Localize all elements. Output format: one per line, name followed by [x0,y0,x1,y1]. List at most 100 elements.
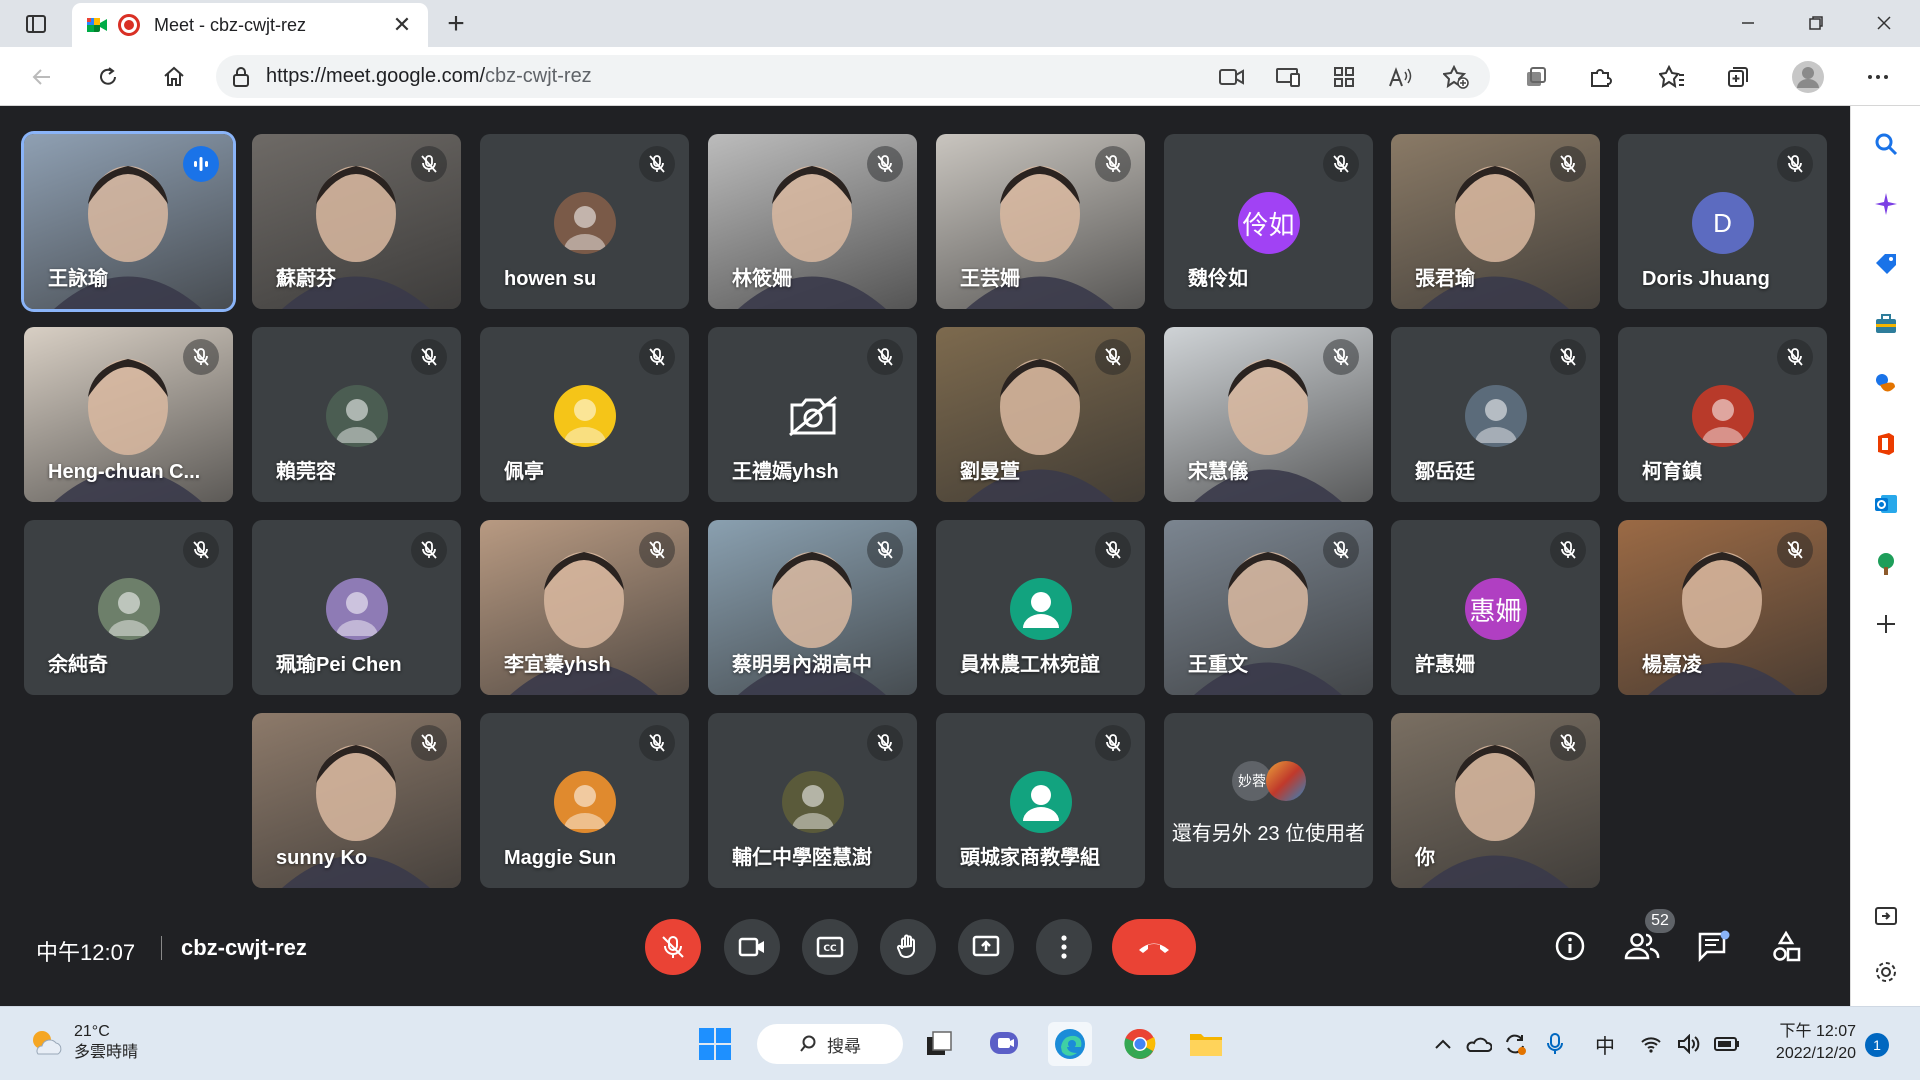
taskbar-search[interactable]: 搜尋 [757,1024,903,1064]
lock-icon[interactable] [216,66,266,87]
camera-in-use-icon[interactable] [1214,62,1250,92]
participant-tile[interactable]: 柯育鎮 [1618,327,1827,502]
mic-muted-icon [867,339,903,375]
captions-button[interactable]: CC [802,919,858,975]
participant-tile[interactable]: howen su [480,134,689,309]
weather-widget[interactable]: 21°C 多雲時晴 [28,1021,138,1063]
participant-tile[interactable]: 林筱姍 [708,134,917,309]
participant-tile[interactable]: 頭城家商教學組 [936,713,1145,888]
volume-icon[interactable] [1674,1029,1704,1059]
participant-tile[interactable]: 李宜蓁yhsh [480,520,689,695]
outlook-icon[interactable] [1868,486,1904,522]
participant-tile[interactable]: 伶如 魏伶如 [1164,134,1373,309]
participant-tile[interactable]: Maggie Sun [480,713,689,888]
tools-icon[interactable] [1868,306,1904,342]
hide-sidebar-icon[interactable] [1868,898,1904,934]
microphone-in-use-icon[interactable] [1540,1029,1570,1059]
office-icon[interactable] [1868,426,1904,462]
participant-tile[interactable]: Heng-chuan C... [24,327,233,502]
partly-sunny-icon [33,1031,62,1055]
more-options-button[interactable] [1036,919,1092,975]
home-button[interactable] [154,57,194,97]
collections-icon[interactable] [1720,59,1756,95]
participant-tile[interactable]: 蘇蔚芬 [252,134,461,309]
task-view-icon[interactable] [917,1022,961,1066]
sync-icon[interactable] [1500,1029,1530,1059]
participant-tile[interactable]: 佩亭 [480,327,689,502]
teams-chat-icon[interactable] [982,1022,1026,1066]
participant-tile[interactable]: 你 [1391,713,1600,888]
address-bar[interactable]: https://meet.google.com/cbz-cwjt-rez [216,55,1490,98]
extensions-icon[interactable] [1582,59,1618,95]
notification-badge[interactable]: 1 [1865,1033,1889,1057]
raise-hand-button[interactable] [880,919,936,975]
settings-more-icon[interactable] [1860,59,1896,95]
url-text[interactable]: https://meet.google.com/cbz-cwjt-rez [266,65,1214,88]
battery-icon[interactable] [1712,1029,1742,1059]
participant-name: 柯育鎮 [1642,461,1702,483]
meeting-details-button[interactable] [1546,922,1594,970]
participant-tile[interactable]: sunny Ko [252,713,461,888]
new-tab-button[interactable]: + [438,6,474,42]
participant-tile[interactable]: 劉曼萱 [936,327,1145,502]
chat-button[interactable] [1690,922,1738,970]
present-screen-button[interactable] [958,919,1014,975]
games-icon[interactable] [1868,366,1904,402]
back-button[interactable] [22,57,62,97]
search-icon[interactable] [1868,126,1904,162]
participant-tile[interactable]: 王詠瑜 [24,134,233,309]
participant-tile[interactable]: 惠姍 許惠姍 [1391,520,1600,695]
favorites-icon[interactable] [1654,59,1690,95]
profile-avatar[interactable] [1790,59,1826,95]
add-favorite-icon[interactable] [1438,62,1474,92]
restore-button[interactable] [1786,0,1846,46]
shopping-icon[interactable] [1868,246,1904,282]
participant-tile[interactable]: 張君瑜 [1391,134,1600,309]
participant-name: 王禮嫣yhsh [732,461,839,483]
tab-actions-icon[interactable] [16,6,56,42]
show-hidden-icons[interactable] [1428,1029,1458,1059]
participant-tile[interactable]: 妙蓉 還有另外 23 位使用者 [1164,713,1373,888]
participant-tile[interactable]: 員林農工林宛誼 [936,520,1145,695]
apps-icon[interactable] [1326,62,1362,92]
wifi-icon[interactable] [1636,1029,1666,1059]
minimize-button[interactable] [1718,0,1778,46]
tree-icon[interactable] [1868,546,1904,582]
leave-call-button[interactable] [1112,919,1196,975]
participant-tile[interactable]: 王重文 [1164,520,1373,695]
close-tab-icon[interactable]: ✕ [390,12,414,38]
browser-tab-meet[interactable]: Meet - cbz-cwjt-rez ✕ [72,3,428,47]
participant-tile[interactable]: 輔仁中學陸慧澍 [708,713,917,888]
reload-button[interactable] [88,57,128,97]
participant-tile[interactable]: 余純奇 [24,520,233,695]
file-explorer-icon[interactable] [1184,1022,1228,1066]
close-window-button[interactable] [1854,0,1914,46]
start-button[interactable] [693,1022,737,1066]
mic-muted-icon [867,532,903,568]
read-aloud-icon[interactable] [1382,62,1418,92]
taskbar-clock[interactable]: 下午 12:07 2022/12/20 [1756,1021,1856,1065]
sidebar-settings-icon[interactable] [1868,954,1904,990]
participant-tile[interactable]: 楊嘉凌 [1618,520,1827,695]
participant-tile[interactable]: 賴莞容 [252,327,461,502]
participant-tile[interactable]: 王芸姍 [936,134,1145,309]
participant-tile[interactable]: D Doris Jhuang [1618,134,1827,309]
mic-muted-icon [1323,532,1359,568]
participant-tile[interactable]: 蔡明男內湖高中 [708,520,917,695]
microphone-toggle-button[interactable] [645,919,701,975]
add-icon[interactable] [1868,606,1904,642]
onedrive-icon[interactable] [1464,1029,1494,1059]
cast-icon[interactable] [1270,62,1306,92]
input-method-indicator[interactable]: 中 [1590,1029,1620,1059]
edge-taskbar-icon[interactable] [1048,1022,1092,1066]
participant-tile[interactable]: 宋慧儀 [1164,327,1373,502]
chrome-icon[interactable] [1118,1022,1162,1066]
weather-condition: 多雲時晴 [74,1044,139,1061]
camera-toggle-button[interactable] [724,919,780,975]
discover-icon[interactable] [1868,186,1904,222]
workspaces-icon[interactable] [1518,59,1554,95]
participant-tile[interactable]: 珮瑜Pei Chen [252,520,461,695]
activities-button[interactable] [1762,922,1810,970]
participant-tile[interactable]: 王禮嫣yhsh [708,327,917,502]
participant-tile[interactable]: 鄒岳廷 [1391,327,1600,502]
